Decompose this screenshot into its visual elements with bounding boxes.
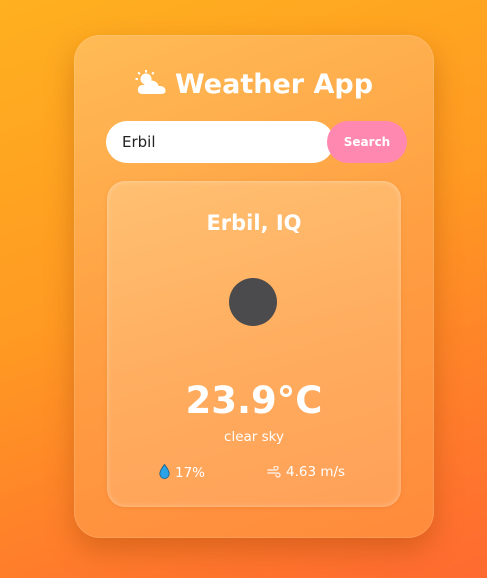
sun-behind-cloud-icon	[135, 70, 169, 103]
location-heading: Erbil, IQ	[206, 211, 302, 235]
app-title: Weather App	[74, 69, 434, 103]
weather-condition-icon	[229, 278, 277, 326]
temperature-value: 23.9°C	[185, 379, 323, 422]
weather-description: clear sky	[224, 429, 284, 445]
humidity-value: 17%	[175, 465, 206, 481]
search-input[interactable]	[106, 121, 334, 163]
wind-value: 4.63 m/s	[286, 464, 346, 480]
wind-icon	[267, 465, 281, 482]
weather-result-panel: Erbil, IQ 23.9°C clear sky 17% 4.63 m/s	[107, 181, 401, 507]
humidity-stat: 17%	[159, 463, 206, 483]
search-button[interactable]: Search	[327, 121, 407, 163]
wind-stat: 4.63 m/s	[267, 464, 345, 482]
weather-card: Weather App Search Erbil, IQ 23.9°C clea…	[74, 35, 434, 538]
droplet-icon	[159, 463, 170, 483]
app-title-text: Weather App	[174, 69, 374, 100]
